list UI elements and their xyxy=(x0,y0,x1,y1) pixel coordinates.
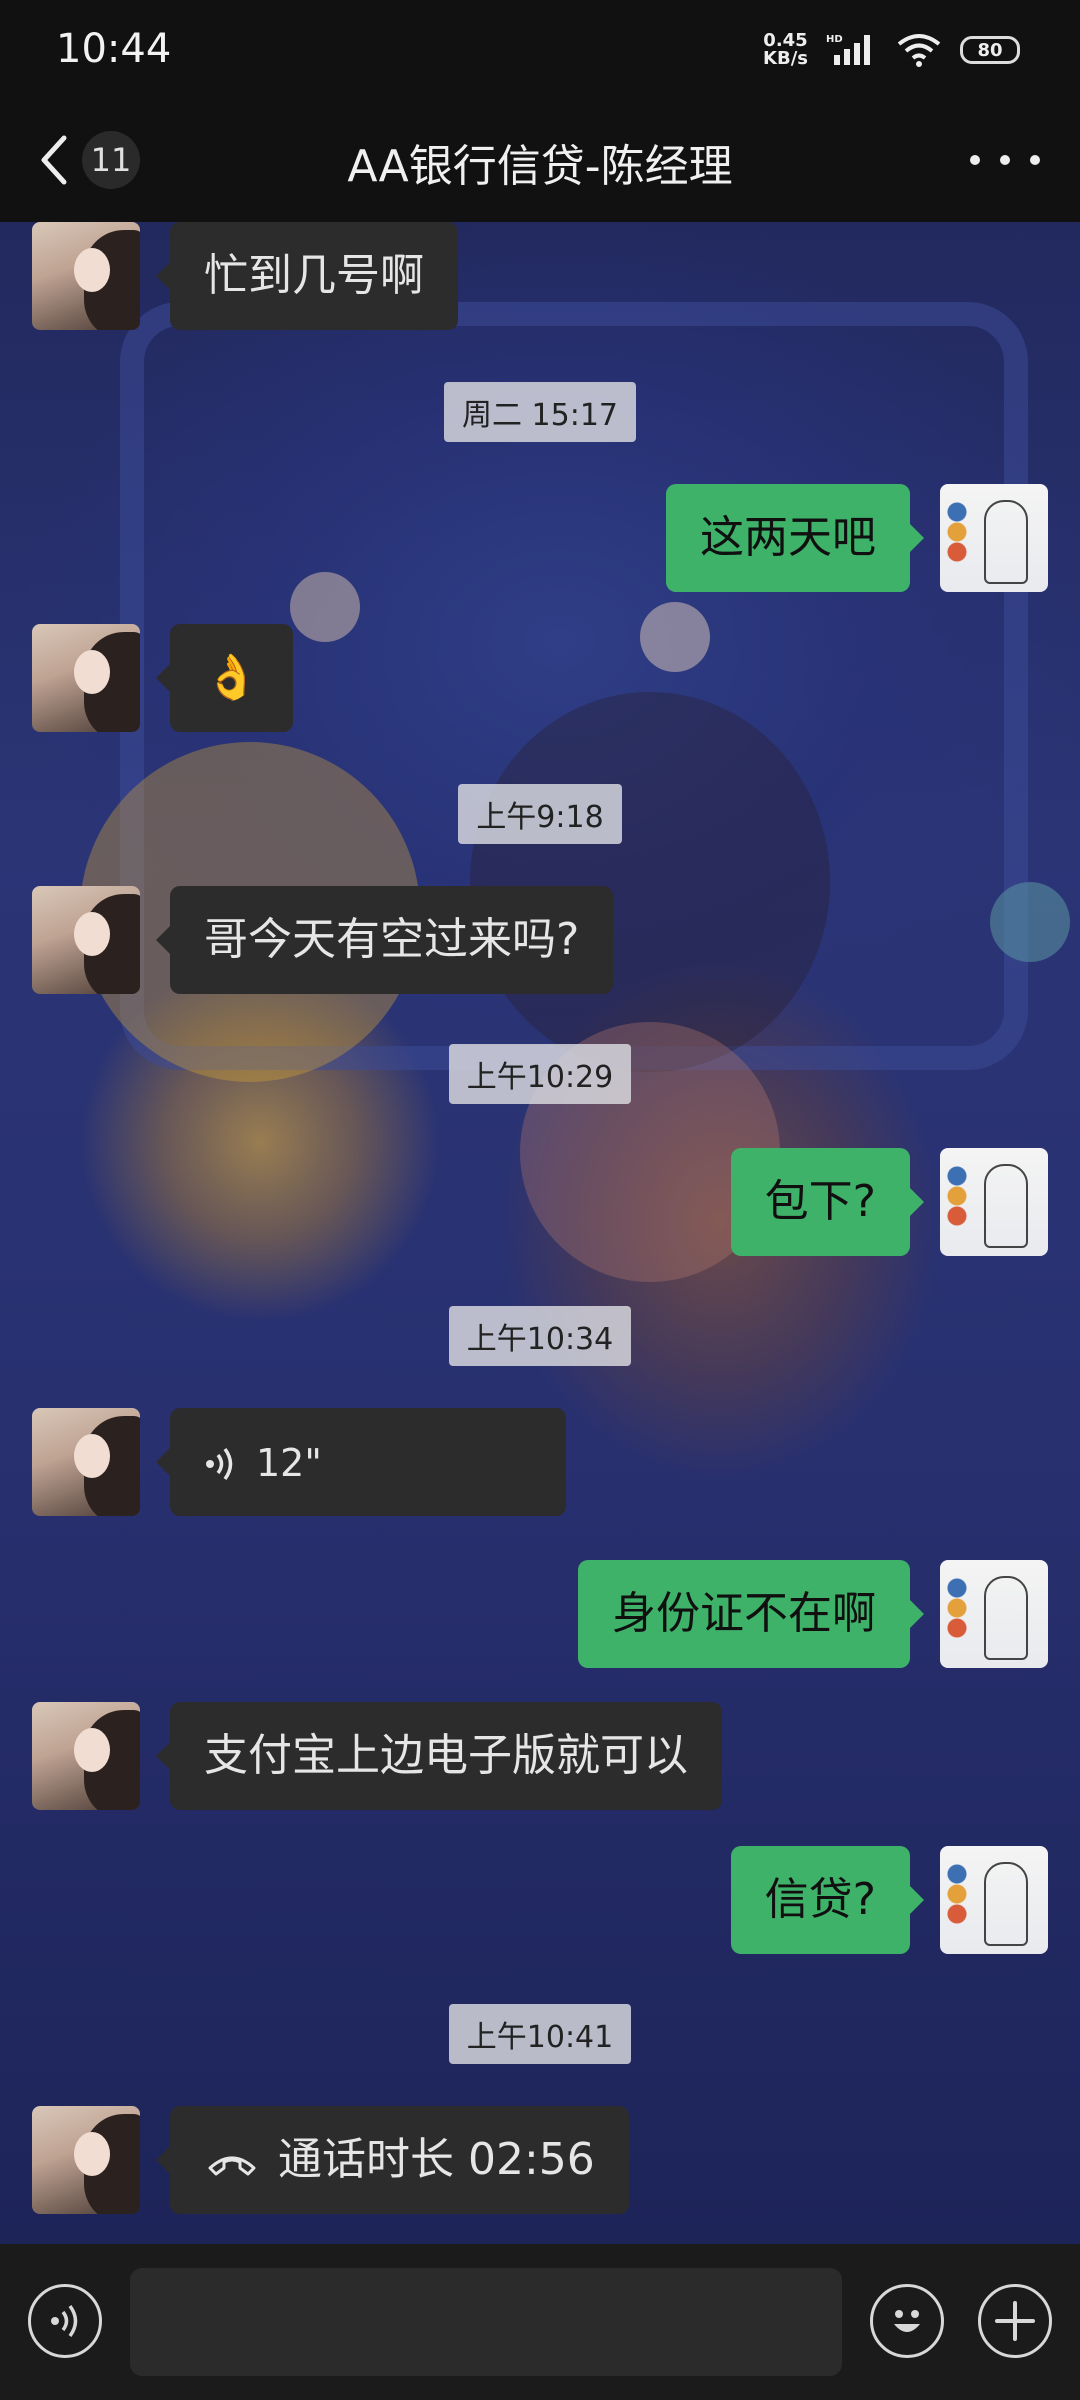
status-icons: 0.45 KB/s HD 80 xyxy=(763,28,1020,72)
contact-avatar[interactable] xyxy=(32,1408,140,1516)
background-decoration xyxy=(290,572,360,642)
contact-avatar[interactable] xyxy=(32,222,140,330)
message-bubble-outgoing[interactable]: 这两天吧 xyxy=(666,484,924,592)
background-decoration xyxy=(990,882,1070,962)
message-input[interactable] xyxy=(130,2268,842,2376)
chat-header: 11 AA银行信贷-陈经理 xyxy=(0,100,1080,222)
chat-title: AA银行信贷-陈经理 xyxy=(347,141,733,192)
background-decoration xyxy=(470,692,830,1072)
message-bubble-incoming[interactable]: 哥今天有空过来吗? xyxy=(155,886,614,994)
voice-duration: 12" xyxy=(256,1441,322,1485)
my-avatar[interactable] xyxy=(940,1148,1048,1256)
back-arrow-icon xyxy=(41,135,67,185)
emoji-icon xyxy=(894,2310,920,2332)
contact-avatar[interactable] xyxy=(32,886,140,994)
emoji-button[interactable] xyxy=(870,2284,944,2358)
background-decoration xyxy=(640,602,710,672)
my-avatar[interactable] xyxy=(940,1560,1048,1668)
message-bubble-incoming[interactable]: 👌 xyxy=(156,624,293,732)
call-icon xyxy=(208,2156,256,2176)
contact-avatar[interactable] xyxy=(32,1702,140,1810)
timestamp: 上午9:18 xyxy=(0,784,1080,844)
unread-count-badge: 11 xyxy=(82,131,140,189)
voice-icon xyxy=(206,1447,233,1481)
message-bubble-outgoing[interactable]: 包下? xyxy=(730,1148,925,1256)
status-bar: 10:44 0.45 KB/s HD 80 xyxy=(0,0,1080,100)
voice-toggle-button[interactable] xyxy=(28,2284,102,2358)
call-duration: 通话时长 02:56 xyxy=(278,2134,595,2185)
status-time: 10:44 xyxy=(56,26,172,72)
my-avatar[interactable] xyxy=(940,1846,1048,1954)
hd-label: HD xyxy=(826,34,843,45)
message-bubble-incoming[interactable]: 支付宝上边电子版就可以 xyxy=(156,1702,722,1810)
timestamp: 上午10:41 xyxy=(0,2004,1080,2064)
call-record-bubble[interactable]: 通话时长 02:56 xyxy=(156,2106,629,2214)
voice-message-bubble[interactable]: 12" xyxy=(156,1408,566,1516)
voice-toggle-icon xyxy=(51,2304,78,2338)
contact-avatar[interactable] xyxy=(32,2106,140,2214)
message-bubble-outgoing[interactable]: 信贷? xyxy=(730,1846,925,1954)
timestamp: 周二 15:17 xyxy=(0,382,1080,442)
input-bar xyxy=(0,2244,1080,2400)
network-speed-unit: KB/s xyxy=(763,48,808,69)
plus-button[interactable] xyxy=(978,2284,1052,2358)
back-button[interactable]: 11 xyxy=(36,128,186,192)
signal-icon: HD xyxy=(826,34,870,65)
wifi-icon xyxy=(897,34,941,67)
timestamp: 上午10:29 xyxy=(0,1044,1080,1104)
my-avatar[interactable] xyxy=(940,484,1048,592)
timestamp: 上午10:34 xyxy=(0,1306,1080,1366)
battery-indicator: 80 xyxy=(960,36,1020,64)
message-bubble-outgoing[interactable]: 身份证不在啊 xyxy=(578,1560,924,1668)
message-bubble-incoming[interactable]: 忙到几号啊 xyxy=(156,222,458,330)
more-dots-icon[interactable] xyxy=(970,140,1040,180)
plus-icon xyxy=(995,2301,1035,2341)
chat-area[interactable]: 忙到几号啊 周二 15:17 这两天吧 👌 上午9:18 哥今天有空过来吗? 上… xyxy=(0,222,1080,2244)
contact-avatar[interactable] xyxy=(32,624,140,732)
network-speed: 0.45 KB/s xyxy=(763,32,808,68)
